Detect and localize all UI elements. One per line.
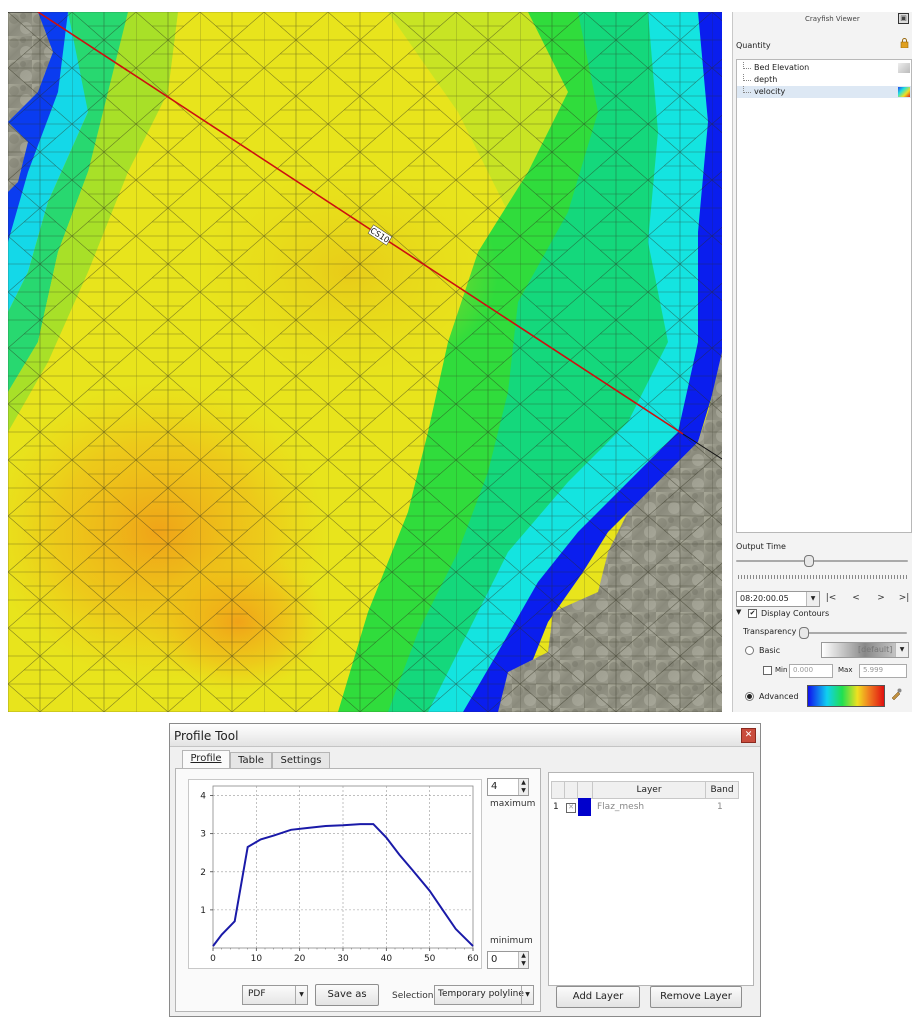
profile-plot-frame: 0 10 20 30 40 50 60 1 2 3 4: [188, 779, 482, 969]
max-field[interactable]: 5.999: [859, 664, 907, 678]
chevron-down-icon: ▼: [895, 643, 908, 657]
mesh-velocity-render: CS10: [8, 12, 722, 712]
y-tick-label: 3: [200, 830, 206, 840]
last-time-button[interactable]: >|: [897, 591, 911, 605]
output-time-label: Output Time: [736, 542, 786, 551]
table-row[interactable]: 1 ✕ Flaz_mesh 1: [549, 773, 753, 823]
x-tick-label: 60: [467, 954, 479, 964]
tab-table[interactable]: Table: [230, 752, 272, 769]
save-as-button[interactable]: Save as: [315, 984, 379, 1006]
quantity-item-velocity[interactable]: velocity: [737, 86, 911, 98]
collapse-arrow-icon[interactable]: ▼: [736, 608, 741, 616]
x-tick-label: 10: [251, 954, 263, 964]
max-label: Max: [838, 666, 853, 674]
chevron-down-icon: ▼: [295, 986, 307, 1004]
quantity-tree[interactable]: Bed Elevation depth velocity: [736, 59, 912, 533]
undock-icon[interactable]: ▣: [898, 13, 909, 24]
profile-tool-title: Profile Tool: [174, 729, 239, 743]
ramp-icon: [898, 63, 910, 73]
map-canvas[interactable]: CS10: [8, 12, 722, 712]
min-checkbox[interactable]: [763, 666, 772, 675]
prev-time-button[interactable]: <: [849, 591, 863, 605]
basic-ramp-combo[interactable]: [default] ▼: [821, 642, 909, 658]
max-label: maximum: [490, 799, 536, 809]
y-tick-label: 2: [200, 868, 206, 878]
chevron-down-icon: ▼: [806, 592, 819, 606]
quantity-label: Quantity: [736, 41, 771, 50]
x-tick-label: 40: [381, 954, 393, 964]
advanced-label: Advanced: [759, 692, 799, 701]
display-contours-checkbox[interactable]: ✔: [748, 609, 757, 618]
lock-icon[interactable]: [900, 38, 909, 48]
min-spinbox[interactable]: 0 ▲ ▼: [487, 951, 529, 969]
crayfish-viewer-panel: Crayfish Viewer ▣ Quantity Bed Elevation…: [732, 12, 912, 712]
display-contours-label: Display Contours: [761, 609, 830, 618]
export-format-combo[interactable]: PDF ▼: [242, 985, 308, 1005]
time-slider-handle[interactable]: [804, 555, 815, 567]
time-slider-track[interactable]: [736, 560, 908, 562]
basic-radio[interactable]: [745, 646, 754, 655]
remove-layer-button[interactable]: Remove Layer: [650, 986, 742, 1008]
y-tick-label: 4: [200, 792, 206, 802]
min-field[interactable]: 0.000: [789, 664, 833, 678]
tab-settings[interactable]: Settings: [272, 752, 330, 769]
transparency-slider-handle[interactable]: [799, 627, 809, 639]
layer-band: 1: [717, 802, 723, 812]
chevron-down-icon: ▼: [521, 986, 533, 1004]
x-tick-label: 50: [424, 954, 436, 964]
min-label: Min: [775, 666, 788, 674]
selection-combo[interactable]: Temporary polyline ▼: [434, 985, 534, 1005]
time-slider-ticks: [738, 575, 908, 579]
x-tick-label: 0: [210, 954, 216, 964]
row-index: 1: [553, 802, 559, 812]
panel-title-bar: Crayfish Viewer ▣: [733, 12, 912, 26]
advanced-radio[interactable]: [745, 692, 754, 701]
profile-tool-window: Profile Tool ✕ Profile Table Settings 0 1…: [169, 723, 761, 1017]
quantity-item-depth[interactable]: depth: [737, 74, 911, 86]
profile-tool-titlebar[interactable]: Profile Tool ✕: [170, 724, 760, 747]
layer-color-swatch[interactable]: [578, 798, 591, 816]
time-combo[interactable]: 08:20:00.05 ▼: [736, 591, 820, 607]
layers-table[interactable]: Layer Band 1 ✕ Flaz_mesh 1: [548, 772, 754, 986]
spin-arrows-icon: ▲ ▼: [518, 779, 528, 795]
panel-title: Crayfish Viewer: [805, 15, 860, 23]
selection-label: Selection: [392, 991, 434, 1001]
profile-chart[interactable]: 0 10 20 30 40 50 60 1 2 3 4: [189, 780, 481, 968]
quantity-item-bed-elevation[interactable]: Bed Elevation: [737, 62, 911, 74]
basic-label: Basic: [759, 646, 781, 655]
close-icon[interactable]: ✕: [741, 728, 756, 743]
advanced-color-ramp[interactable]: [807, 685, 885, 707]
transparency-label: Transparency: [743, 627, 797, 636]
y-tick-label: 1: [200, 906, 206, 916]
next-time-button[interactable]: >: [874, 591, 888, 605]
add-layer-button[interactable]: Add Layer: [556, 986, 640, 1008]
layer-name: Flaz_mesh: [597, 802, 645, 812]
x-tick-label: 20: [294, 954, 306, 964]
min-label: minimum: [490, 936, 533, 946]
edit-ramp-icon[interactable]: [890, 688, 902, 700]
tab-profile[interactable]: Profile: [182, 750, 230, 769]
spin-arrows-icon: ▲ ▼: [518, 952, 528, 968]
vector-icon: [898, 87, 910, 97]
transparency-slider-track[interactable]: [799, 632, 907, 634]
max-spinbox[interactable]: 4 ▲ ▼: [487, 778, 529, 796]
profile-tab-page: 0 10 20 30 40 50 60 1 2 3 4 4 ▲ ▼ maximum minimum 0…: [175, 768, 541, 1012]
first-time-button[interactable]: |<: [824, 591, 838, 605]
layer-visible-checkbox[interactable]: ✕: [566, 803, 576, 813]
x-tick-label: 30: [337, 954, 349, 964]
